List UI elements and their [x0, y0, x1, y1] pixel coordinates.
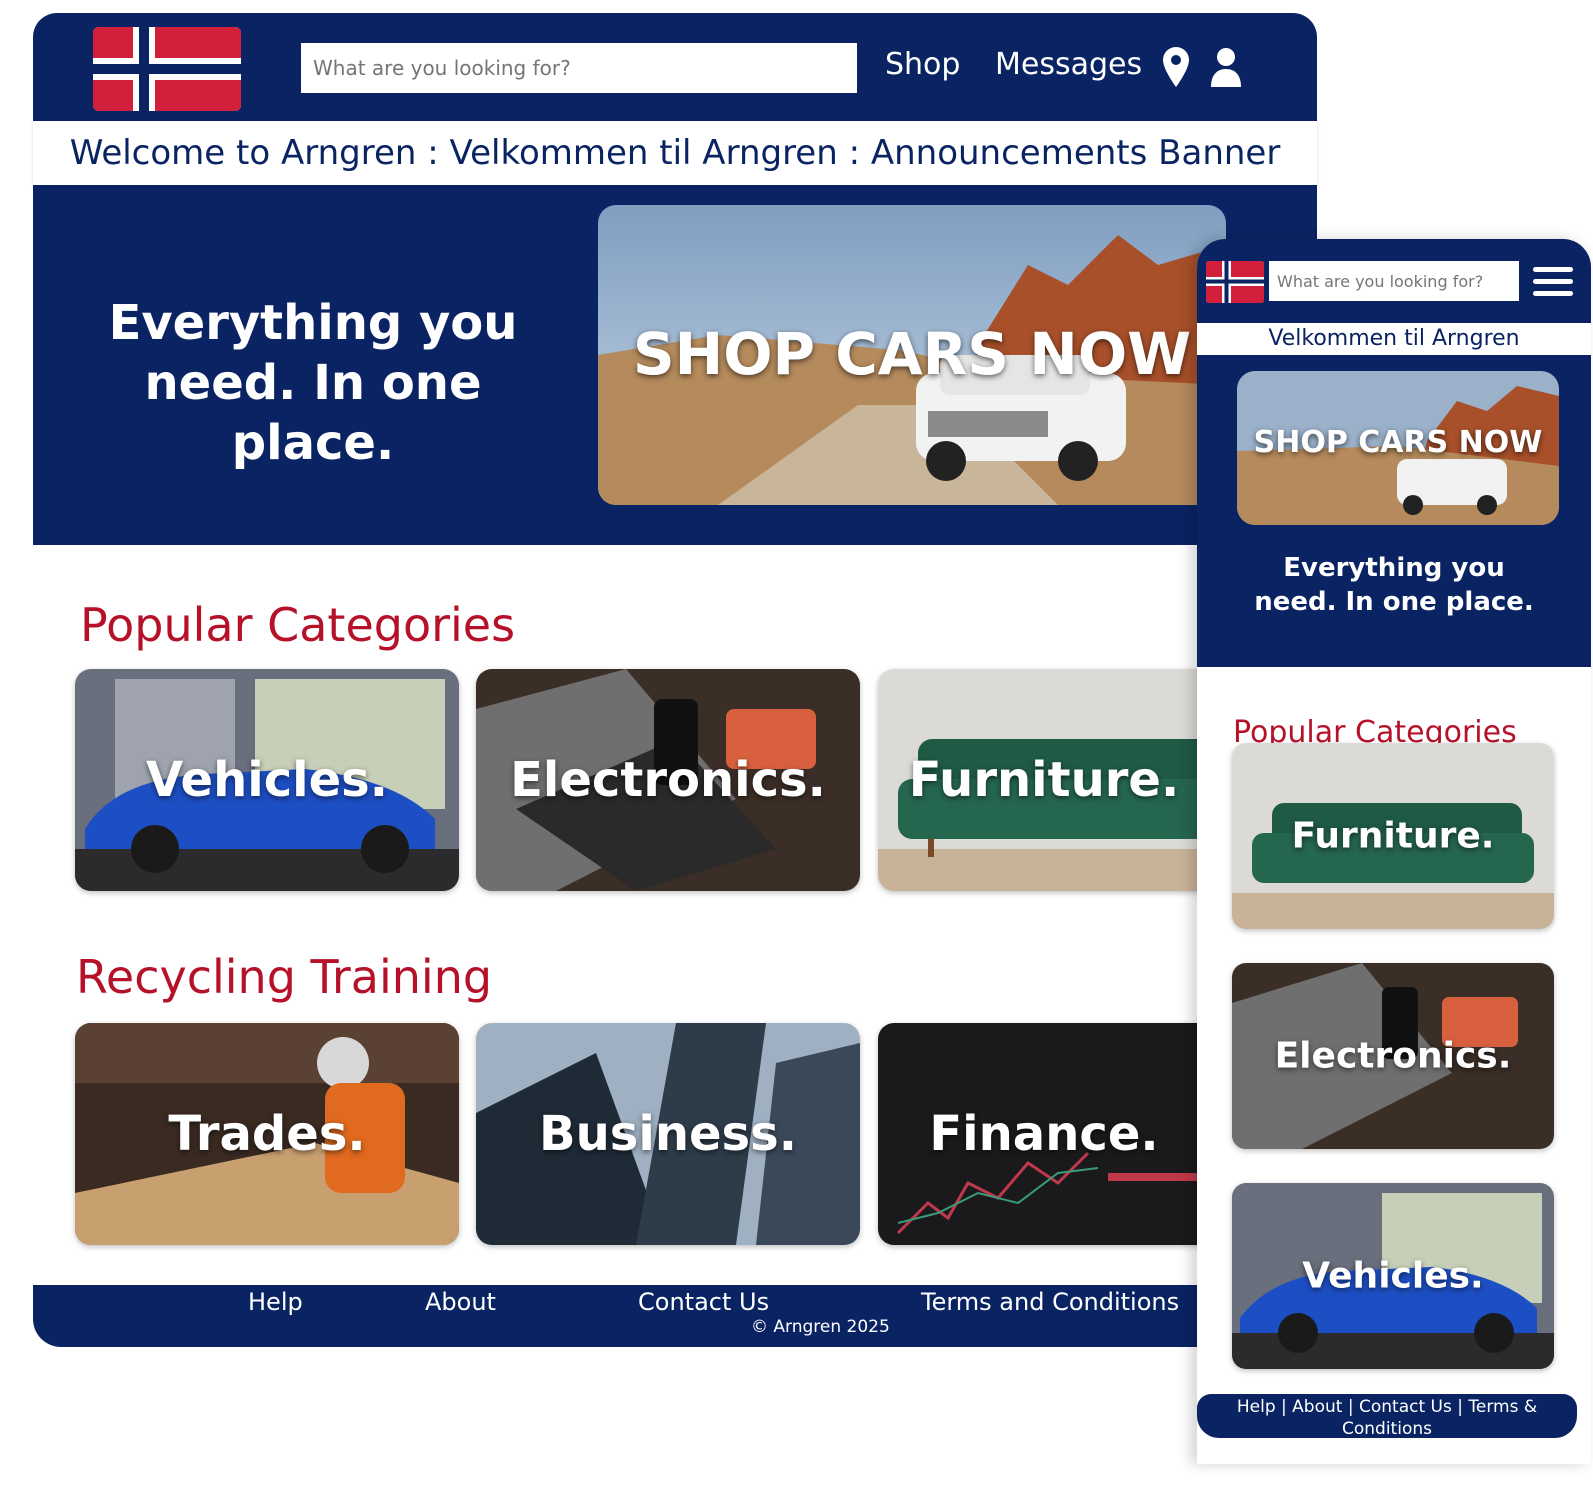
mobile-page: Velkommen til Arngren SHOP CARS NOW Ever…	[1197, 239, 1591, 1464]
hero-section: SHOP CARS NOW Everything you need. In on…	[1197, 355, 1591, 667]
footer-about-link[interactable]: About	[425, 1288, 496, 1316]
category-label: Vehicles.	[146, 752, 388, 808]
hero-tagline: Everything you need. In one place.	[1254, 553, 1534, 617]
footer-copyright: © Arngren 2025	[751, 1317, 890, 1337]
training-card-trades[interactable]: Trades.	[75, 1023, 459, 1245]
category-card-furniture[interactable]: Furniture.	[1232, 743, 1554, 929]
footer-contact-link[interactable]: Contact Us	[638, 1288, 769, 1316]
footer-help-link[interactable]: Help	[248, 1288, 303, 1316]
category-card-furniture[interactable]: Furniture.	[878, 669, 1210, 891]
hero-tagline: Everything you need. In one place.	[108, 295, 518, 471]
training-label: Trades.	[168, 1106, 366, 1162]
footer-copyright: © Arngren 2025	[1325, 1440, 1449, 1458]
norway-flag-logo[interactable]	[93, 27, 241, 111]
popular-categories-title: Popular Categories	[80, 598, 516, 652]
training-label: Finance.	[929, 1106, 1159, 1162]
shop-cars-hero-image[interactable]: SHOP CARS NOW	[598, 205, 1226, 505]
category-label: Electronics.	[1274, 1035, 1512, 1077]
training-card-finance[interactable]: Finance.	[878, 1023, 1210, 1245]
hamburger-menu-icon[interactable]	[1533, 267, 1573, 297]
footer-terms-link[interactable]: Terms and Conditions	[921, 1288, 1179, 1316]
shop-cars-hero-image[interactable]: SHOP CARS NOW	[1237, 371, 1559, 525]
desktop-header: Shop Messages	[33, 13, 1317, 121]
search-input[interactable]	[301, 43, 857, 93]
nav-shop-link[interactable]: Shop	[885, 47, 960, 82]
training-label: Business.	[539, 1106, 797, 1162]
category-label: Furniture.	[908, 752, 1180, 808]
norway-flag-logo[interactable]	[1206, 261, 1264, 303]
category-card-electronics[interactable]: Electronics.	[476, 669, 860, 891]
mobile-header	[1197, 239, 1591, 323]
nav-messages-link[interactable]: Messages	[995, 47, 1142, 82]
training-card-business[interactable]: Business.	[476, 1023, 860, 1245]
location-pin-icon[interactable]	[1163, 47, 1189, 91]
desktop-footer: Help About Contact Us Terms and Conditio…	[33, 1285, 1293, 1347]
shop-cars-now-label: SHOP CARS NOW	[632, 320, 1192, 388]
footer-links[interactable]: Help | About | Contact Us | Terms & Cond…	[1197, 1394, 1577, 1440]
category-label: Furniture.	[1291, 815, 1495, 857]
category-card-vehicles[interactable]: Vehicles.	[75, 669, 459, 891]
search-input[interactable]	[1269, 261, 1519, 301]
hero-section: Everything you need. In one place. SHOP …	[33, 185, 1317, 545]
announcement-banner: Welcome to Arngren : Velkommen til Arngr…	[33, 121, 1317, 185]
category-label: Vehicles.	[1302, 1255, 1484, 1297]
category-label: Electronics.	[510, 752, 826, 808]
recycling-training-title: Recycling Training	[76, 950, 493, 1004]
category-card-electronics[interactable]: Electronics.	[1232, 963, 1554, 1149]
shop-cars-now-label: SHOP CARS NOW	[1253, 425, 1543, 460]
desktop-page: Shop Messages Welcome to Arngren : Velko…	[33, 13, 1317, 1347]
user-icon[interactable]	[1211, 47, 1241, 91]
category-card-vehicles[interactable]: Vehicles.	[1232, 1183, 1554, 1369]
mobile-footer: Help | About | Contact Us | Terms & Cond…	[1197, 1394, 1577, 1458]
announcement-banner: Velkommen til Arngren	[1197, 323, 1591, 355]
